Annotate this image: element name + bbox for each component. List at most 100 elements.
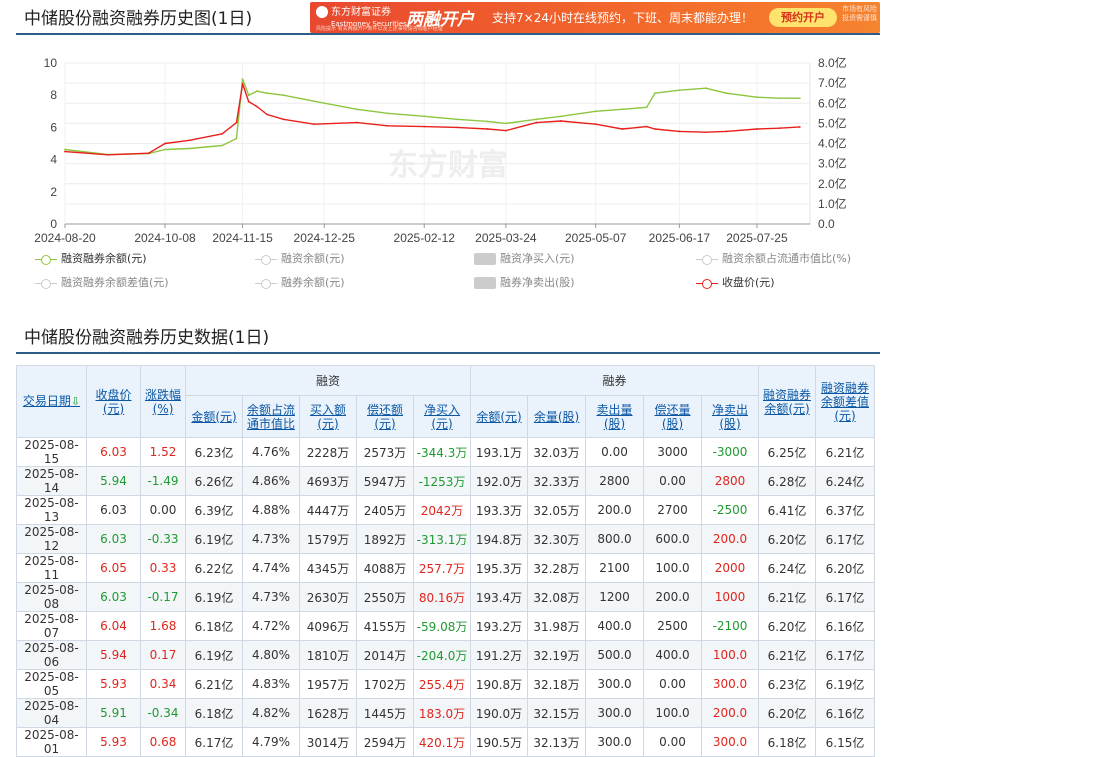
series-point-1 — [355, 121, 358, 124]
cell-rz-repay: 2573万 — [356, 437, 414, 467]
series-point-0 — [678, 89, 681, 92]
cell-total-balance: 6.25亿 — [758, 437, 816, 467]
cell-rq-balance: 190.0万 — [470, 698, 528, 728]
col-header-rz-net[interactable]: 净买入(元) — [413, 395, 471, 438]
cell-rq-balance: 190.5万 — [470, 727, 528, 757]
col-header-rq-volume[interactable]: 余量(股) — [527, 395, 586, 438]
cell-rz-repay: 5947万 — [356, 466, 414, 496]
col-header-close[interactable]: 收盘价(元) — [86, 365, 141, 438]
cell-rq-sell: 300.0 — [585, 727, 644, 757]
table-row: 2025-08-15 6.03 1.52 6.23亿 4.76% 2228万 2573万 -3… — [16, 437, 875, 467]
cell-balance-diff: 6.16亿 — [815, 698, 875, 728]
col-header-rq-net[interactable]: 净卖出(股) — [701, 395, 759, 438]
cell-rq-repay: 2500 — [643, 611, 702, 641]
cell-rq-sell: 400.0 — [585, 611, 644, 641]
table-row: 2025-08-06 5.94 0.17 6.19亿 4.80% 1810万 2014万 -2… — [16, 640, 875, 670]
series-point-0 — [778, 97, 781, 100]
cell-rq-repay: 0.00 — [643, 466, 702, 496]
cell-rz-balance: 6.18亿 — [185, 611, 243, 641]
left-axis-tick-label: 10 — [44, 56, 58, 70]
right-axis-tick-label: 7.0亿 — [818, 75, 847, 90]
left-axis-tick-label: 6 — [50, 120, 57, 134]
legend-item[interactable]: 融资余额(元) — [255, 250, 345, 266]
series-point-1 — [594, 123, 597, 126]
cell-rz-ratio: 4.72% — [242, 611, 300, 641]
col-header-date[interactable]: 交易日期⇩ — [16, 365, 87, 438]
cell-change: 0.33 — [140, 553, 186, 583]
cell-rz-ratio: 4.79% — [242, 727, 300, 757]
x-axis-tick-label: 2025-07-25 — [726, 231, 788, 245]
legend-item[interactable]: 融券余额(元) — [255, 274, 345, 290]
legend-label: 融资融券余额(元) — [61, 252, 147, 265]
cell-rq-net: 300.0 — [701, 727, 759, 757]
series-point-1 — [423, 125, 426, 128]
col-header-rq-sell[interactable]: 卖出量(股) — [585, 395, 644, 438]
legend-item[interactable]: 融券净卖出(股) — [474, 274, 575, 290]
cell-close: 5.94 — [86, 640, 141, 670]
cell-date: 2025-08-01 — [16, 727, 87, 757]
legend-item[interactable]: 融资余额占流通市值比(%) — [696, 250, 851, 266]
cell-close: 5.94 — [86, 466, 141, 496]
cell-rq-sell: 300.0 — [585, 669, 644, 699]
cell-balance-diff: 6.17亿 — [815, 640, 875, 670]
right-axis-tick-label: 6.0亿 — [818, 95, 847, 110]
series-point-1 — [64, 150, 66, 153]
cell-date: 2025-08-11 — [16, 553, 87, 583]
right-axis-tick-label: 2.0亿 — [818, 176, 847, 191]
cell-rz-balance: 6.18亿 — [185, 698, 243, 728]
cell-rz-buy: 4447万 — [299, 495, 357, 525]
series-point-1 — [221, 132, 224, 135]
cell-rq-sell: 300.0 — [585, 698, 644, 728]
cell-total-balance: 6.41亿 — [758, 495, 816, 525]
cell-total-balance: 6.24亿 — [758, 553, 816, 583]
cell-rq-balance: 194.8万 — [470, 524, 528, 554]
legend-item[interactable]: 融资融券余额差值(元) — [35, 274, 169, 290]
cell-rz-ratio: 4.82% — [242, 698, 300, 728]
legend-label: 融券净卖出(股) — [500, 276, 575, 289]
series-point-0 — [645, 106, 648, 109]
col-header-rq-repay[interactable]: 偿还量(股) — [643, 395, 702, 438]
cell-rq-net: -3000 — [701, 437, 759, 467]
series-point-1 — [255, 105, 258, 108]
legend-item[interactable]: 融资融券余额(元) — [35, 250, 147, 266]
cell-close: 6.03 — [86, 582, 141, 612]
series-point-1 — [560, 120, 562, 122]
col-header-rq-balance[interactable]: 余额(元) — [470, 395, 528, 438]
cell-change: 0.00 — [140, 495, 186, 525]
cell-rz-buy: 2228万 — [299, 437, 357, 467]
cell-rq-balance: 190.8万 — [470, 669, 528, 699]
col-header-rz-ratio[interactable]: 余额占流通市值比 — [242, 395, 300, 438]
cell-rq-net: 2800 — [701, 466, 759, 496]
cell-balance-diff: 6.37亿 — [815, 495, 875, 525]
series-point-0 — [355, 108, 358, 111]
legend-box-icon — [474, 253, 496, 265]
cell-rz-buy: 3014万 — [299, 727, 357, 757]
legend-item[interactable]: 收盘价(元) — [696, 274, 775, 290]
col-header-rz-buy[interactable]: 买入额(元) — [299, 395, 357, 438]
legend-item[interactable]: 融资净买入(元) — [474, 250, 575, 266]
series-point-1 — [247, 100, 250, 103]
right-axis-tick-label: 1.0亿 — [818, 196, 847, 211]
legend-label: 融资净买入(元) — [500, 252, 575, 265]
col-header-rz-repay[interactable]: 偿还额(元) — [356, 395, 414, 438]
col-header-rz-balance[interactable]: 金额(元) — [185, 395, 243, 438]
col-header-total-balance[interactable]: 融资融券余额(元) — [758, 365, 816, 438]
col-header-balance-diff[interactable]: 融资融券余额差值(元) — [815, 365, 875, 438]
cell-rz-buy: 1810万 — [299, 640, 357, 670]
x-axis-tick-label: 2025-03-24 — [475, 231, 537, 245]
cell-balance-diff: 6.15亿 — [815, 727, 875, 757]
series-point-0 — [164, 148, 166, 151]
col-header-change[interactable]: 涨跌幅(%) — [140, 365, 186, 438]
cell-balance-diff: 6.17亿 — [815, 524, 875, 554]
series-point-0 — [705, 87, 707, 90]
cell-rq-volume: 32.33万 — [527, 466, 586, 496]
series-point-0 — [725, 92, 728, 95]
series-point-0 — [241, 78, 244, 80]
cell-rq-balance: 193.3万 — [470, 495, 528, 525]
series-point-1 — [313, 123, 315, 126]
sort-desc-icon: ⇩ — [70, 395, 81, 408]
table-row: 2025-08-01 5.93 0.68 6.17亿 4.79% 3014万 2594万 42… — [16, 727, 875, 757]
cell-close: 5.93 — [86, 669, 141, 699]
series-point-1 — [725, 130, 728, 133]
cell-rq-volume: 32.28万 — [527, 553, 586, 583]
